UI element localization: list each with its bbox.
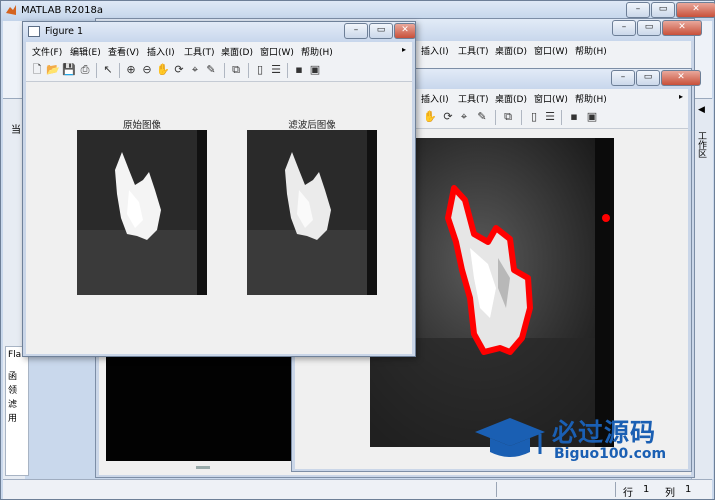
link-icon[interactable]: ⧉ (501, 110, 515, 124)
cmd-char: 滤 (8, 400, 18, 410)
main-close-button[interactable]: ✕ (676, 2, 715, 18)
main-minimize-button[interactable]: – (626, 2, 650, 18)
fig1-close-button[interactable]: ✕ (394, 23, 416, 39)
fig1-minimize-button[interactable]: – (344, 23, 368, 39)
main-window-controls: – ▭ ✕ (625, 2, 715, 18)
status-bar: 行 1 列 1 (3, 479, 712, 499)
hide-plot-tools-icon[interactable]: ▪ (292, 63, 306, 77)
fig3-close-button[interactable]: ✕ (661, 70, 701, 86)
fig2-maximize-button[interactable]: ▭ (637, 20, 661, 36)
status-col-value: 1 (685, 484, 692, 495)
menu-desktop[interactable]: 桌面(D) (495, 92, 527, 105)
fig3-maximize-button[interactable]: ▭ (636, 70, 660, 86)
graduation-cap-icon (475, 418, 545, 457)
original-image-title: 原始图像 (122, 120, 161, 131)
brush-icon[interactable]: ✎ (204, 63, 218, 77)
figure-1-canvas: 原始图像 滤波后图像 (26, 82, 412, 354)
zoom-in-icon[interactable]: ⊕ (124, 63, 138, 77)
filtered-image-title: 滤波后图像 (288, 120, 336, 131)
open-folder-icon[interactable]: 📂 (46, 63, 60, 77)
binary-image-axes (106, 349, 296, 461)
hide-plot-tools-icon[interactable]: ▪ (567, 110, 581, 124)
print-icon[interactable]: ⎙ (78, 63, 92, 77)
pan-hand-icon[interactable]: ✋ (423, 110, 437, 124)
cmd-char: Fla (8, 350, 22, 360)
zoom-out-icon[interactable]: ⊖ (140, 63, 154, 77)
figure-1-title: Figure 1 (45, 26, 84, 37)
matlab-logo-icon (6, 5, 16, 15)
current-folder-label: 当 (11, 125, 21, 136)
figure-1-titlebar[interactable]: Figure 1 – ▭ ✕ (23, 22, 416, 42)
menu-window[interactable]: 窗口(W) (534, 92, 568, 105)
menu-tools[interactable]: 工具(T) (458, 92, 489, 105)
legend-icon[interactable]: ☰ (543, 110, 557, 124)
original-image-axes (77, 130, 207, 295)
menu-edit[interactable]: 编辑(E) (70, 45, 101, 58)
menu-insert[interactable]: 插入(I) (421, 92, 449, 105)
show-plot-tools-icon[interactable]: ▣ (585, 110, 599, 124)
menu-window[interactable]: 窗口(W) (260, 45, 294, 58)
figure-1-toolbar: 🗋 📂 💾 ⎙ ↖ ⊕ ⊖ ✋ ⟳ ⌖ ✎ ⧉ ▯ ☰ ▪ ▣ (26, 60, 412, 82)
workspace-tab[interactable]: 工作区 (695, 131, 708, 158)
colorbar-icon[interactable]: ▯ (527, 110, 541, 124)
data-cursor-icon[interactable]: ⌖ (457, 110, 471, 124)
watermark-url: Biguo100.com (554, 446, 667, 462)
status-col-label: 列 (665, 488, 675, 499)
status-row-value: 1 (643, 484, 650, 495)
show-plot-tools-icon[interactable]: ▣ (308, 63, 322, 77)
watermark: 必过源码 Biguo100.com (470, 410, 690, 470)
menu-view[interactable]: 查看(V) (108, 45, 139, 58)
figure-1-menubar: 文件(F) 编辑(E) 查看(V) 插入(I) 工具(T) 桌面(D) 窗口(W… (26, 42, 412, 60)
menu-help[interactable]: 帮助(H) (575, 44, 607, 57)
save-icon[interactable]: 💾 (62, 63, 76, 77)
legend-icon[interactable]: ☰ (269, 63, 283, 77)
rotate-icon[interactable]: ⟳ (172, 63, 186, 77)
menu-insert[interactable]: 插入(I) (421, 44, 449, 57)
watermark-brand: 必过源码 (552, 418, 657, 447)
menu-insert[interactable]: 插入(I) (147, 45, 175, 58)
menu-desktop[interactable]: 桌面(D) (495, 44, 527, 57)
status-row-label: 行 (623, 488, 633, 499)
main-maximize-button[interactable]: ▭ (651, 2, 675, 18)
brush-icon[interactable]: ✎ (475, 110, 489, 124)
collapse-arrow-icon[interactable]: ◀ (698, 105, 705, 115)
fig3-minimize-button[interactable]: – (611, 70, 635, 86)
cmd-char: 领 (8, 386, 18, 396)
colorbar-icon[interactable]: ▯ (253, 63, 267, 77)
cmd-char: 函 (8, 372, 18, 382)
fig2-minimize-button[interactable]: – (612, 20, 636, 36)
figure-window-icon (28, 26, 40, 37)
pan-hand-icon[interactable]: ✋ (156, 63, 170, 77)
fig2-close-button[interactable]: ✕ (662, 20, 702, 36)
main-window-title: MATLAB R2018a (21, 5, 104, 16)
new-file-icon[interactable]: 🗋 (30, 63, 44, 77)
menu-tools[interactable]: 工具(T) (458, 44, 489, 57)
menu-tools[interactable]: 工具(T) (184, 45, 215, 58)
filtered-image-axes (247, 130, 377, 295)
menu-window[interactable]: 窗口(W) (534, 44, 568, 57)
menu-help[interactable]: 帮助(H) (575, 92, 607, 105)
menu-file[interactable]: 文件(F) (32, 45, 62, 58)
link-icon[interactable]: ⧉ (229, 63, 243, 77)
data-cursor-icon[interactable]: ⌖ (188, 63, 202, 77)
fig1-maximize-button[interactable]: ▭ (369, 23, 393, 39)
pointer-icon[interactable]: ↖ (101, 63, 115, 77)
menu-help[interactable]: 帮助(H) (301, 45, 333, 58)
menu-desktop[interactable]: 桌面(D) (221, 45, 253, 58)
figure-1-window[interactable]: Figure 1 – ▭ ✕ 文件(F) 编辑(E) 查看(V) 插入(I) 工… (22, 21, 416, 357)
rotate-icon[interactable]: ⟳ (441, 110, 455, 124)
command-window-edge: Fla 函 领 滤 用 (5, 346, 29, 476)
cmd-char: 用 (8, 414, 18, 424)
